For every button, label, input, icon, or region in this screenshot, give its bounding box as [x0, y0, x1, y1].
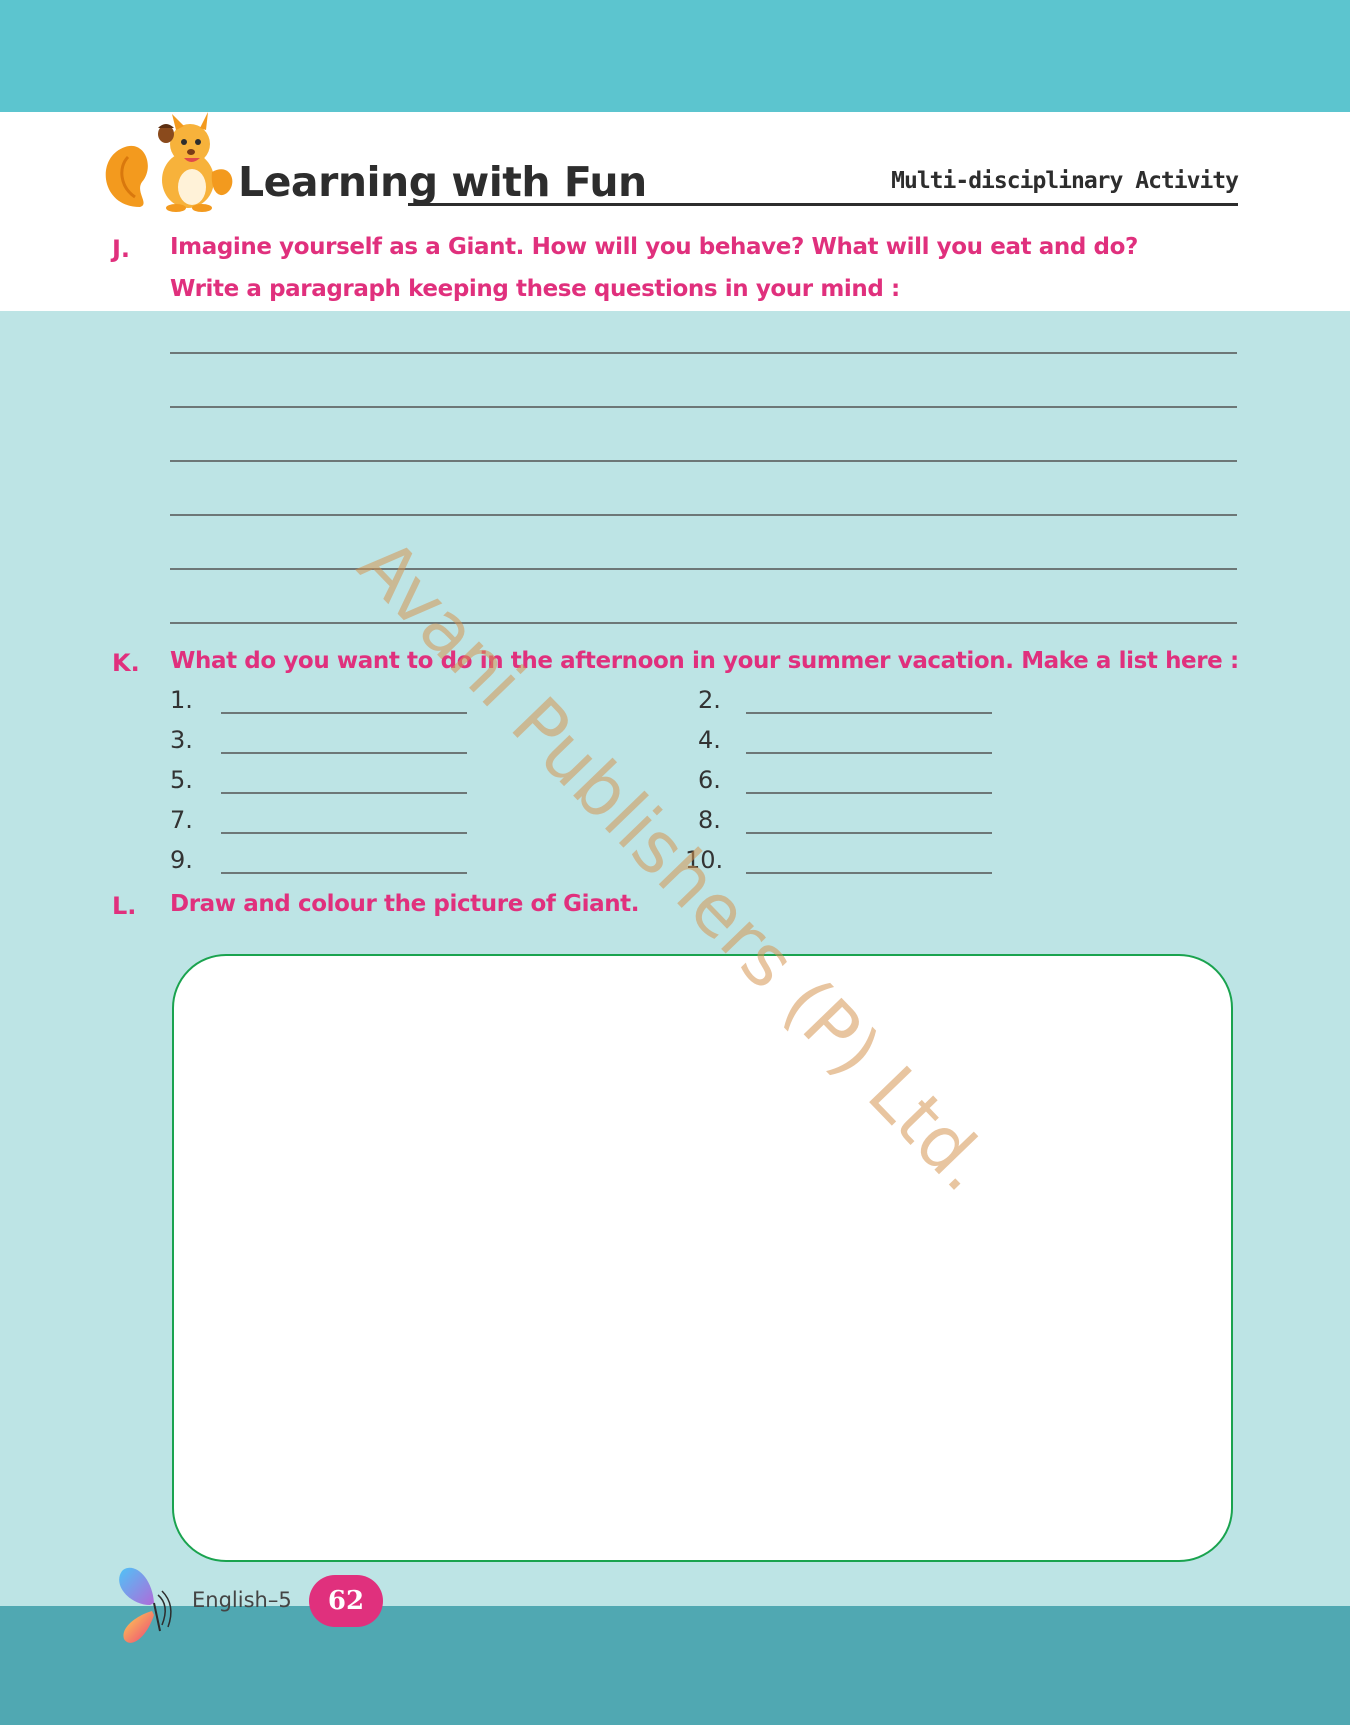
list-number: 2.: [698, 686, 721, 714]
list-number: 8.: [698, 806, 721, 834]
list-number: 4.: [698, 726, 721, 754]
list-answer-line[interactable]: [221, 832, 467, 834]
drawing-area[interactable]: [172, 954, 1233, 1562]
question-j-line-2: Write a paragraph keeping these question…: [170, 276, 900, 302]
list-number: 3.: [170, 726, 193, 754]
list-answer-line[interactable]: [746, 872, 992, 874]
list-number: 5.: [170, 766, 193, 794]
writing-line[interactable]: [170, 406, 1237, 408]
squirrel-icon: [105, 112, 233, 212]
list-answer-line[interactable]: [221, 792, 467, 794]
writing-line[interactable]: [170, 568, 1237, 570]
writing-line[interactable]: [170, 352, 1237, 354]
activity-tag: Multi-disciplinary Activity: [891, 168, 1239, 194]
list-answer-line[interactable]: [746, 712, 992, 714]
title-part-2: with Fun: [451, 158, 647, 206]
list-answer-line[interactable]: [221, 712, 467, 714]
question-j-line-1: Imagine yourself as a Giant. How will yo…: [170, 234, 1138, 260]
list-answer-line[interactable]: [221, 752, 467, 754]
title-part-1: Learning: [238, 158, 452, 206]
writing-line[interactable]: [170, 460, 1237, 462]
list-answer-line[interactable]: [746, 752, 992, 754]
page-number-badge: 62: [309, 1575, 383, 1627]
list-number: 6.: [698, 766, 721, 794]
question-l-text: Draw and colour the picture of Giant.: [170, 891, 640, 917]
list-number: 9.: [170, 846, 193, 874]
bottom-color-band: [0, 1606, 1350, 1725]
question-k-letter: K.: [112, 649, 140, 677]
list-number: 7.: [170, 806, 193, 834]
list-answer-line[interactable]: [221, 872, 467, 874]
butterfly-icon: [119, 1567, 172, 1643]
footer-subject: English–5: [192, 1588, 292, 1612]
page-title: Learning with Fun: [238, 158, 647, 206]
question-k-text: What do you want to do in the afternoon …: [170, 648, 1239, 674]
writing-line[interactable]: [170, 622, 1237, 624]
question-l-letter: L.: [112, 892, 137, 920]
list-number: 1.: [170, 686, 193, 714]
top-color-band: [0, 0, 1350, 112]
question-j-letter: J.: [112, 235, 131, 263]
header-rule: [408, 203, 1238, 206]
list-answer-line[interactable]: [746, 832, 992, 834]
writing-line[interactable]: [170, 514, 1237, 516]
list-answer-line[interactable]: [746, 792, 992, 794]
